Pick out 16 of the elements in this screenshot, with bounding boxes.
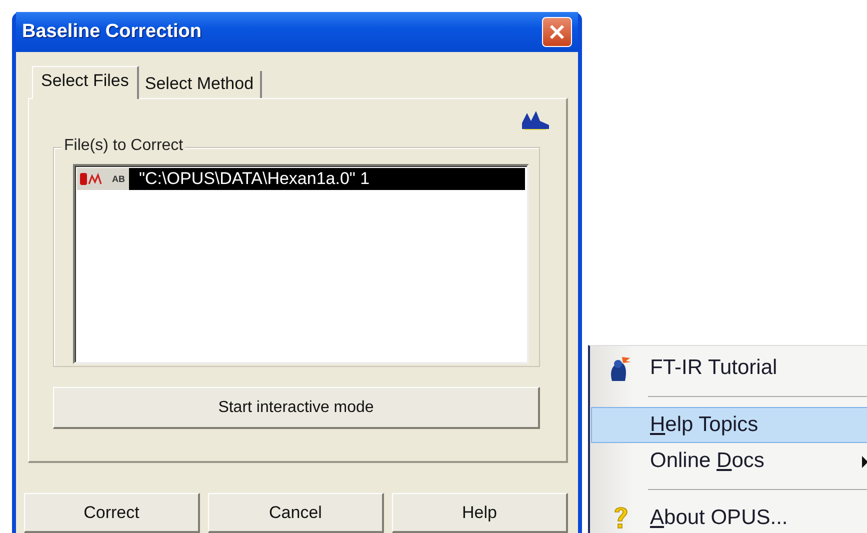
close-icon (549, 24, 565, 40)
menu-item[interactable]: Help Topics (591, 407, 867, 443)
window-title: Baseline Correction (22, 21, 202, 43)
dialog-button[interactable]: Correct (24, 493, 200, 533)
file-type-label: AB (112, 174, 125, 184)
menu-item[interactable]: FT-IR Tutorial (591, 350, 867, 386)
menu-item[interactable]: Online Docs (591, 443, 867, 479)
file-row[interactable]: AB "C:\OPUS\DATA\Hexan1a.0" 1 (77, 168, 525, 190)
close-button[interactable] (542, 17, 572, 47)
dialog-button[interactable]: Help (392, 493, 568, 533)
file-path: "C:\OPUS\DATA\Hexan1a.0" 1 (138, 169, 370, 189)
dialog-button[interactable]: Cancel (208, 493, 384, 533)
group-label: File(s) to Correct (62, 137, 186, 155)
interactive-mode-button[interactable]: Start interactive mode (53, 387, 540, 429)
tab[interactable]: Select Files (32, 66, 139, 99)
menu-item[interactable]: About OPUS... (591, 500, 867, 533)
